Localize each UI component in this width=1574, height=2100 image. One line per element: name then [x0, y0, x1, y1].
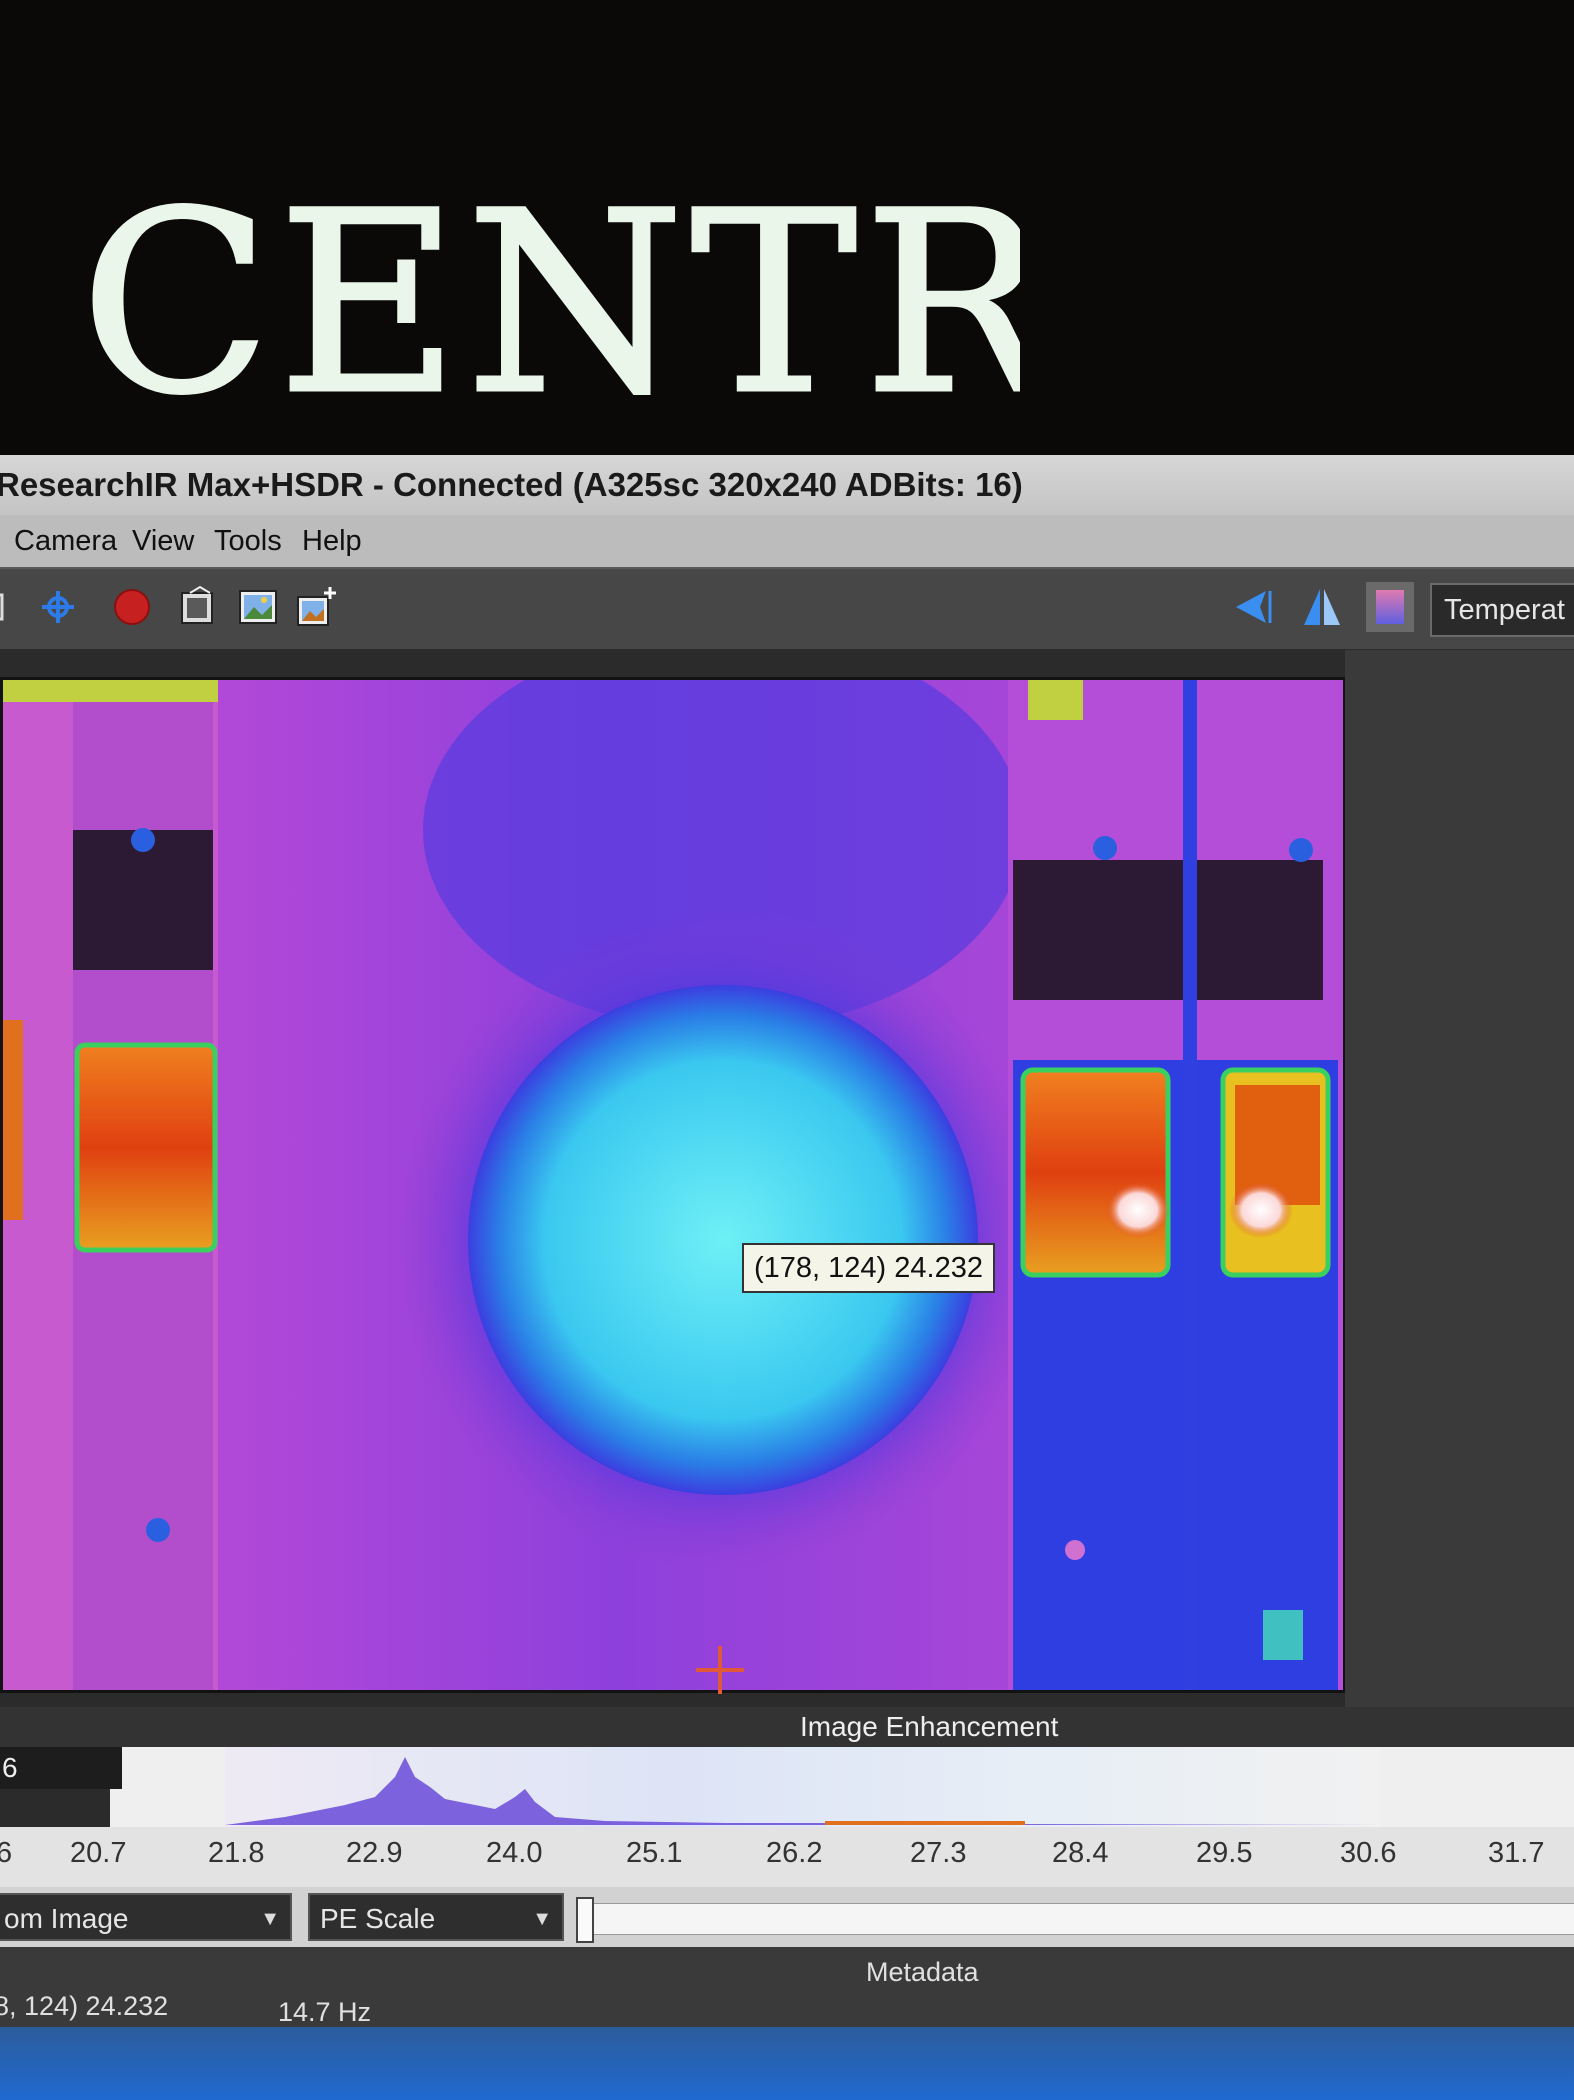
tick-label: 24.0	[486, 1837, 543, 1869]
menu-bar: Camera View Tools Help	[0, 515, 1574, 567]
menu-view[interactable]: View	[132, 515, 194, 567]
tick-label: 28.4	[1052, 1837, 1109, 1869]
tick-label: 26.2	[766, 1837, 823, 1869]
thermal-image-view[interactable]	[0, 677, 1346, 1693]
window-title: ResearchIR Max+HSDR - Connected (A325sc …	[0, 466, 1023, 503]
handwritten-caption: CENTRAL	[80, 157, 1020, 451]
palette-icon[interactable]	[1366, 582, 1414, 632]
caption-text: CENTRAL	[80, 158, 1020, 449]
metadata-label[interactable]: Metadata	[866, 1957, 979, 1988]
menu-help[interactable]: Help	[302, 515, 362, 567]
image-icon[interactable]	[236, 585, 280, 629]
tick-label: 27.3	[910, 1837, 967, 1869]
enhancement-header: Image Enhancement	[0, 1707, 1574, 1747]
monitor-screen: ResearchIR Max+HSDR - Connected (A325sc …	[0, 455, 1574, 2100]
enhancement-controls: om Image ▼ PE Scale ▼	[0, 1887, 1574, 1947]
chevron-down-icon: ▼	[260, 1908, 280, 1930]
capture-icon[interactable]	[176, 585, 220, 629]
taskbar	[0, 2027, 1574, 2100]
source-dropdown-value: om Image	[4, 1903, 129, 1934]
enhancement-slider[interactable]	[580, 1903, 1574, 1935]
histogram-curve	[225, 1757, 1380, 1825]
record-icon[interactable]	[110, 585, 154, 629]
flip-horizontal-icon[interactable]	[1232, 585, 1276, 629]
tick-label: 22.9	[346, 1837, 403, 1869]
thermal-image	[3, 680, 1343, 1690]
histogram[interactable]	[225, 1747, 1380, 1827]
side-panel	[1345, 650, 1574, 1730]
tick-label: 6	[0, 1837, 13, 1869]
slider-thumb[interactable]	[576, 1897, 594, 1943]
tick-label: 29.5	[1196, 1837, 1253, 1869]
tick-label: 25.1	[626, 1837, 683, 1869]
flip-vertical-icon[interactable]	[1300, 585, 1344, 629]
source-dropdown[interactable]: om Image ▼	[0, 1893, 292, 1941]
frame-rate: 14.7 Hz	[278, 1997, 372, 2027]
tick-label: 21.8	[208, 1837, 265, 1869]
scale-dropdown[interactable]: PE Scale ▼	[308, 1893, 564, 1941]
tick-label: 30.6	[1340, 1837, 1397, 1869]
menu-camera[interactable]: Camera	[14, 515, 117, 567]
window-titlebar: ResearchIR Max+HSDR - Connected (A325sc …	[0, 455, 1574, 515]
toolbar: Temperat	[0, 567, 1574, 649]
image-add-icon[interactable]	[294, 585, 338, 629]
status-cursor-value: 8, 124) 24.232	[0, 1991, 169, 2021]
menu-tools[interactable]: Tools	[214, 515, 282, 567]
connect-icon[interactable]	[0, 585, 14, 629]
scale-dropdown-value: PE Scale	[320, 1903, 436, 1934]
range-value-field[interactable]: 6	[0, 1747, 122, 1789]
histogram-axis: 6 20.7 21.8 22.9 24.0 25.1 26.2 27.3 28.…	[0, 1827, 1574, 1887]
focus-icon[interactable]	[36, 585, 80, 629]
crosshair-cursor	[690, 1640, 750, 1705]
chevron-down-icon: ▼	[532, 1908, 552, 1930]
tick-label: 31.7	[1488, 1837, 1545, 1869]
unit-select[interactable]: Temperat	[1430, 583, 1574, 637]
cursor-readout: (178, 124) 24.232	[742, 1243, 995, 1293]
status-bar: Metadata 8, 124) 24.232 14.7 Hz	[0, 1947, 1574, 2027]
enhancement-title: Image Enhancement	[800, 1711, 1059, 1742]
tick-label: 20.7	[70, 1837, 127, 1869]
